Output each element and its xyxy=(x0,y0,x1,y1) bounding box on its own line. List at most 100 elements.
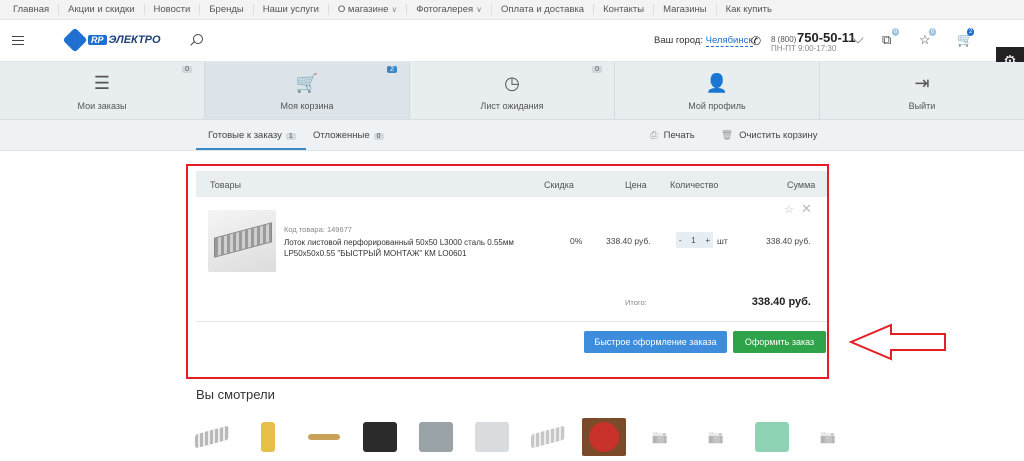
logo-text: ЭЛЕКТРО xyxy=(108,34,161,46)
phone-hours: ПН-ПТ 9:00-17:30 xyxy=(771,44,837,53)
topnav-item[interactable]: Наши услуги xyxy=(254,4,329,15)
product-discount: 0% xyxy=(570,236,583,246)
cart-icon: 🛒 xyxy=(295,73,319,93)
clear-cart-button[interactable]: 🗑 Очистить корзину xyxy=(721,130,817,141)
viewed-product-camera[interactable]: 📷 xyxy=(694,418,738,456)
product-thumbnail xyxy=(261,422,275,452)
total-value: 338.40 руб. xyxy=(751,296,811,308)
product-code: Код товара: 149677 xyxy=(284,225,352,234)
tab-label: Мои заказы xyxy=(77,101,127,111)
tab-label: Выйти xyxy=(908,101,936,111)
qty-minus-button[interactable]: - xyxy=(679,236,682,245)
tab-list[interactable]: ☰ Мои заказы 0 xyxy=(0,62,205,119)
tab-label: Моя корзина xyxy=(280,101,334,111)
checkout-button[interactable]: Оформить заказ xyxy=(733,331,826,353)
site-logo[interactable]: RP ЭЛЕКТРО xyxy=(62,27,161,53)
clear-cart-label: Очистить корзину xyxy=(739,130,818,141)
qty-plus-button[interactable]: + xyxy=(705,236,710,245)
viewed-product-santa[interactable] xyxy=(582,418,626,456)
city-link[interactable]: Челябинск xyxy=(705,35,753,47)
topnav-item[interactable]: Фотогалерея ∨ xyxy=(407,4,492,15)
topnav-item[interactable]: Контакты xyxy=(594,4,655,15)
qty-value[interactable]: 1 xyxy=(691,236,695,245)
city-label: Ваш город: xyxy=(654,35,703,46)
tab-cart[interactable]: 🛒 Моя корзина 2 xyxy=(205,62,410,119)
product-thumbnail xyxy=(363,422,397,452)
col-goods: Товары xyxy=(210,180,241,190)
viewed-product-pipe[interactable] xyxy=(750,418,794,456)
viewed-product-tray[interactable] xyxy=(190,418,234,456)
tab-ready[interactable]: Готовые к заказу 1 xyxy=(196,130,306,150)
product-thumbnail xyxy=(531,425,565,449)
quick-order-button[interactable]: Быстрое оформление заказа xyxy=(584,331,727,353)
topnav-item[interactable]: Акции и скидки xyxy=(59,4,145,15)
tab-logout[interactable]: ⇥ Выйти xyxy=(820,62,1024,119)
topnav-item[interactable]: Как купить xyxy=(717,4,781,15)
viewed-product-camera[interactable]: 📷 xyxy=(806,418,850,456)
col-price: Цена xyxy=(625,180,647,190)
tab-user[interactable]: 👤 Мой профиль xyxy=(615,62,820,119)
viewed-product-meter[interactable] xyxy=(470,418,514,456)
topnav-item[interactable]: Новости xyxy=(145,4,201,15)
topnav-item[interactable]: Бренды xyxy=(200,4,254,15)
viewed-product-tray[interactable] xyxy=(526,418,570,456)
topnav-item[interactable]: О магазине ∨ xyxy=(329,4,408,15)
site-header: RP ЭЛЕКТРО Ваш город: Челябинск ✆ 8 (800… xyxy=(0,20,1024,76)
viewed-product-bottle[interactable] xyxy=(246,418,290,456)
product-thumbnail xyxy=(475,422,509,452)
topnav-item[interactable]: Магазины xyxy=(654,4,717,15)
compare-icon[interactable]: ⧉ 0 xyxy=(882,28,900,48)
product-sum: 338.40 руб. xyxy=(766,236,811,246)
qty-unit: шт xyxy=(717,236,728,246)
viewed-product-camera[interactable]: 📷 xyxy=(638,418,682,456)
tab-postponed[interactable]: Отложенные 0 xyxy=(313,130,384,141)
cart-table-header: Товары Скидка Цена Количество Сумма xyxy=(196,171,827,197)
chevron-down-icon: ∨ xyxy=(391,5,398,14)
favorite-star-icon[interactable]: ☆ xyxy=(784,203,794,216)
phone-icon: ✆ xyxy=(751,34,762,48)
topnav-item-label: Оплата и доставка xyxy=(501,4,585,15)
star-icon[interactable]: ☆ 0 xyxy=(919,28,937,48)
logo-rp: RP xyxy=(88,35,107,45)
viewed-product-pen[interactable] xyxy=(302,418,346,456)
tab-label: Лист ожидания xyxy=(480,101,544,111)
chevron-down-icon: ∨ xyxy=(476,5,482,14)
product-image[interactable] xyxy=(208,210,276,272)
product-name[interactable]: Лоток листовой перфорированный 50х50 L30… xyxy=(284,237,514,259)
product-thumbnail xyxy=(755,422,789,452)
viewed-product-box[interactable] xyxy=(414,418,458,456)
list-icon: ☰ xyxy=(93,73,111,93)
tab-ready-count: 1 xyxy=(285,133,296,140)
menu-icon[interactable] xyxy=(12,36,24,45)
tab-count-badge: 2 xyxy=(387,66,397,73)
tab-postponed-label: Отложенные xyxy=(313,130,370,141)
printer-icon: ⎙ xyxy=(650,130,658,141)
compare-count: 0 xyxy=(892,28,900,36)
cart-subtabs: Готовые к заказу 1 Отложенные 0 ⎙ Печать 🗑 О… xyxy=(0,120,1024,151)
account-tabs: ☰ Мои заказы 0 🛒 Моя корзина 2 ◷ Лист ожидания 0… xyxy=(0,62,1024,120)
phone-number[interactable]: 750-50-11 xyxy=(797,30,856,45)
quantity-stepper[interactable]: - 1 + xyxy=(676,232,713,248)
viewed-product-backpack[interactable] xyxy=(358,418,402,456)
topnav-item-label: Главная xyxy=(13,4,50,15)
divider xyxy=(196,321,827,322)
red-arrow-annotation xyxy=(848,323,946,361)
total-label: Итого: xyxy=(625,298,647,307)
topnav-item[interactable]: Оплата и доставка xyxy=(492,4,595,15)
topnav-item-label: Наши услуги xyxy=(262,4,319,15)
col-discount: Скидка xyxy=(544,180,574,190)
tab-postponed-count: 0 xyxy=(373,133,384,140)
col-quantity: Количество xyxy=(670,180,719,190)
topnav-item-label: Новости xyxy=(153,4,191,15)
cart-icon[interactable]: 🛒 2 xyxy=(957,28,975,48)
search-icon[interactable] xyxy=(193,34,203,44)
tab-clock[interactable]: ◷ Лист ожидания 0 xyxy=(410,62,615,119)
remove-close-icon[interactable]: ✕ xyxy=(801,201,812,217)
cart-table-highlight: Товары Скидка Цена Количество Сумма Код … xyxy=(186,164,829,379)
print-button[interactable]: ⎙ Печать xyxy=(650,130,695,141)
trash-icon: 🗑 xyxy=(721,130,734,141)
phone-prefix: 8 (800) xyxy=(771,35,797,44)
topnav-item-label: О магазине xyxy=(337,4,389,15)
col-sum: Сумма xyxy=(787,180,816,190)
topnav-item[interactable]: Главная xyxy=(4,4,60,15)
